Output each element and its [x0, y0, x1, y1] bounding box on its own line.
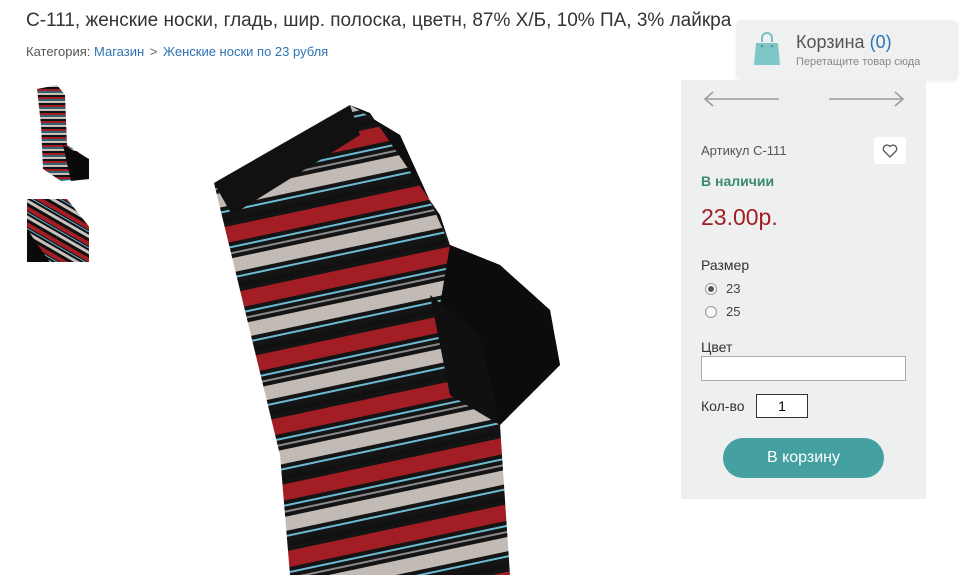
product-thumbnail-2[interactable] [26, 198, 90, 263]
size-option-25[interactable]: 25 [705, 304, 740, 319]
size-radio-23[interactable] [705, 282, 717, 295]
breadcrumb-link-category[interactable]: Женские носки по 23 рубля [163, 44, 328, 59]
buy-panel: Артикул С-111 В наличии 23.00р. Размер 2… [681, 80, 926, 499]
arrow-left-icon[interactable] [703, 90, 781, 108]
wishlist-button[interactable] [874, 137, 906, 164]
size-radio-25[interactable] [705, 305, 717, 318]
breadcrumb-separator: > [149, 44, 158, 59]
sock-closeup-image [27, 199, 89, 262]
quantity-input[interactable] [756, 394, 808, 418]
sock-thumbnail-image [37, 85, 89, 181]
size-option-23[interactable]: 23 [705, 281, 740, 296]
add-to-cart-button[interactable]: В корзину [723, 438, 884, 478]
breadcrumb-prefix: Категория: [26, 44, 91, 59]
cart-widget[interactable]: Корзина (0) Перетащите товар сюда [736, 20, 958, 80]
color-field[interactable] [701, 356, 906, 381]
stock-status: В наличии [701, 173, 775, 189]
product-sku: Артикул С-111 [701, 143, 787, 158]
shopping-bag-icon [754, 32, 780, 65]
product-price: 23.00р. [701, 204, 778, 230]
breadcrumb: Категория: Магазин > Женские носки по 23… [26, 44, 328, 59]
cart-count: (0) [869, 32, 892, 52]
arrow-right-icon[interactable] [827, 90, 905, 108]
breadcrumb-link-shop[interactable]: Магазин [94, 44, 144, 59]
quantity-label: Кол-во [701, 398, 745, 414]
product-thumbnail-1[interactable] [26, 84, 90, 184]
size-option-label: 25 [726, 304, 741, 319]
size-option-label: 23 [726, 281, 741, 296]
product-title: С-111, женские носки, гладь, шир. полоск… [26, 10, 732, 31]
cart-title: Корзина (0) [796, 32, 892, 53]
size-label: Размер [701, 257, 750, 273]
cart-hint: Перетащите товар сюда [796, 56, 921, 68]
product-main-image [214, 105, 560, 575]
cart-title-text: Корзина [796, 32, 865, 52]
color-label: Цвет [701, 339, 733, 355]
heart-icon [882, 143, 898, 158]
